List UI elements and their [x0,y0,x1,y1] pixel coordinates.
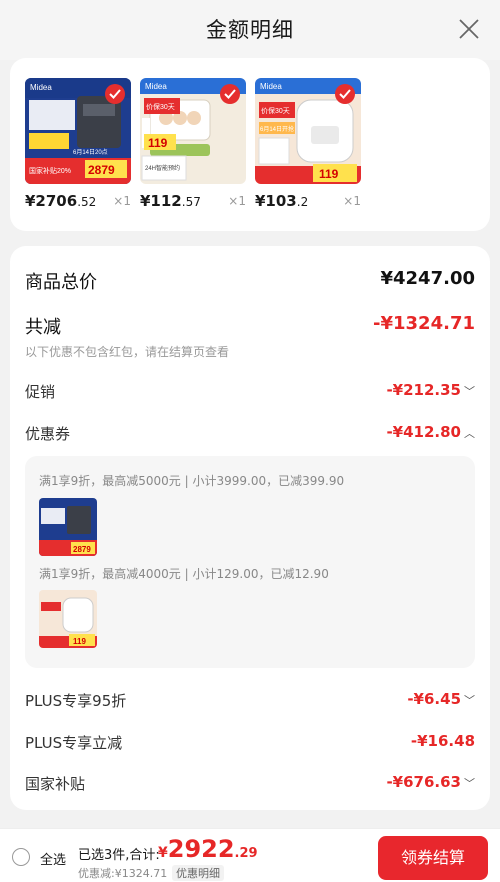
promo-text: 6月14日开抢 [260,125,294,133]
checked-icon[interactable] [105,84,125,104]
brand-text: Midea [260,82,282,91]
discount-note: 以下优惠不包含红包，请在结算页查看 [25,345,230,359]
plus-direct-value: -¥16.48 [410,732,475,750]
select-all-label[interactable]: 全选 [40,849,66,868]
chevron-down-icon[interactable]: ﹀ [464,775,475,791]
price-int: ¥112 [140,192,182,210]
coupon-product-image: 2879 [39,498,97,556]
price-int: ¥103 [255,192,297,210]
brand-text: Midea [30,83,52,92]
product-list: Midea 国家补贴20% 2879 6月14日20点 ¥2706.52 ×1 [10,58,490,231]
page-title: 金额明细 [206,18,294,42]
price-dec: .2 [296,195,309,209]
coupon-details: 满1享9折，最高减5000元 | 小计3999.00，已减399.90 2879… [25,456,475,668]
promo-value: -¥212.35 ﹀ [386,381,475,399]
product-price: ¥103.2 ×1 [255,192,361,212]
coupon-label: 优惠券 [25,425,71,443]
price-dec: .52 [77,195,97,209]
quantity: ×1 [343,194,361,208]
total-discount-value: -¥1324.71 [373,313,475,334]
coupon-desc: 满1享9折，最高减5000元 | 小计3999.00，已减399.90 [39,474,345,488]
plus-direct-label: PLUS专享立减 [25,734,123,752]
price-int: ¥2706 [25,192,78,210]
chevron-down-icon[interactable]: ﹀ [464,692,475,708]
select-all-radio[interactable] [12,848,30,866]
checkout-bar: 全选 已选3件,合计: ¥2922.29 优惠减:¥1324.71 优惠明细 领… [0,828,500,882]
subsidy-label: 国家补贴 [25,775,86,793]
chevron-down-icon[interactable]: ﹀ [464,383,475,399]
promo-text: 24H智能预约 [145,164,180,172]
coupon-value: -¥412.80 ︿ [386,423,475,441]
total-price: ¥2922.29 [158,835,258,863]
price-dec: .57 [181,195,201,209]
plus95-label: PLUS专享95折 [25,692,127,710]
checked-icon[interactable] [220,84,240,104]
thumb-price: 119 [73,637,86,646]
thumb-price: 2879 [73,545,91,554]
product-price: ¥112.57 ×1 [140,192,246,212]
product-price: ¥2706.52 ×1 [25,192,131,212]
quantity: ×1 [228,194,246,208]
badge-text: 国家补贴20% [29,166,71,175]
discount-detail-button[interactable]: 优惠明细 [172,865,224,881]
product-item[interactable]: Midea 国家补贴20% 2879 6月14日20点 ¥2706.52 ×1 [25,78,131,212]
product-image[interactable]: Midea 国家补贴20% 2879 6月14日20点 [25,78,131,184]
price-details: 商品总价 ¥4247.00 共减 -¥1324.71 以下优惠不包含红包，请在结… [10,246,490,810]
header: 金额明细 [0,0,500,60]
subsidy-value: -¥676.63 ﹀ [386,773,475,791]
goods-total-label: 商品总价 [25,272,97,293]
selected-info: 已选3件,合计: [78,848,160,863]
product-item[interactable]: Midea 价保30天 119 24H智能预约 ¥112.57 ×1 [140,78,246,212]
close-icon[interactable] [458,18,480,40]
badge-text: 价保30天 [146,102,175,111]
promo-text: 6月14日20点 [73,148,108,156]
thumb-price: 2879 [88,163,115,177]
coupon-desc: 满1享9折，最高减4000元 | 小计129.00，已减12.90 [39,567,329,581]
thumb-price: 119 [148,136,168,150]
total-discount-label: 共减 [25,317,61,338]
product-item[interactable]: Midea 价保30天 6月14日开抢 119 ¥103.2 ×1 [255,78,361,212]
checkout-button[interactable]: 领券结算 [378,836,488,880]
plus95-value: -¥6.45 ﹀ [407,690,475,708]
quantity: ×1 [113,194,131,208]
coupon-product-image: 119 [39,590,97,648]
chevron-up-icon[interactable]: ︿ [464,425,475,441]
brand-text: Midea [145,82,167,91]
product-image[interactable]: Midea 价保30天 119 24H智能预约 [140,78,246,184]
discount-summary: 优惠减:¥1324.71 [78,867,168,880]
goods-total-value: ¥4247.00 [380,268,475,289]
badge-text: 价保30天 [261,106,290,115]
promo-label: 促销 [25,383,56,401]
product-image[interactable]: Midea 价保30天 6月14日开抢 119 [255,78,361,184]
thumb-price: 119 [319,167,339,181]
checked-icon[interactable] [335,84,355,104]
